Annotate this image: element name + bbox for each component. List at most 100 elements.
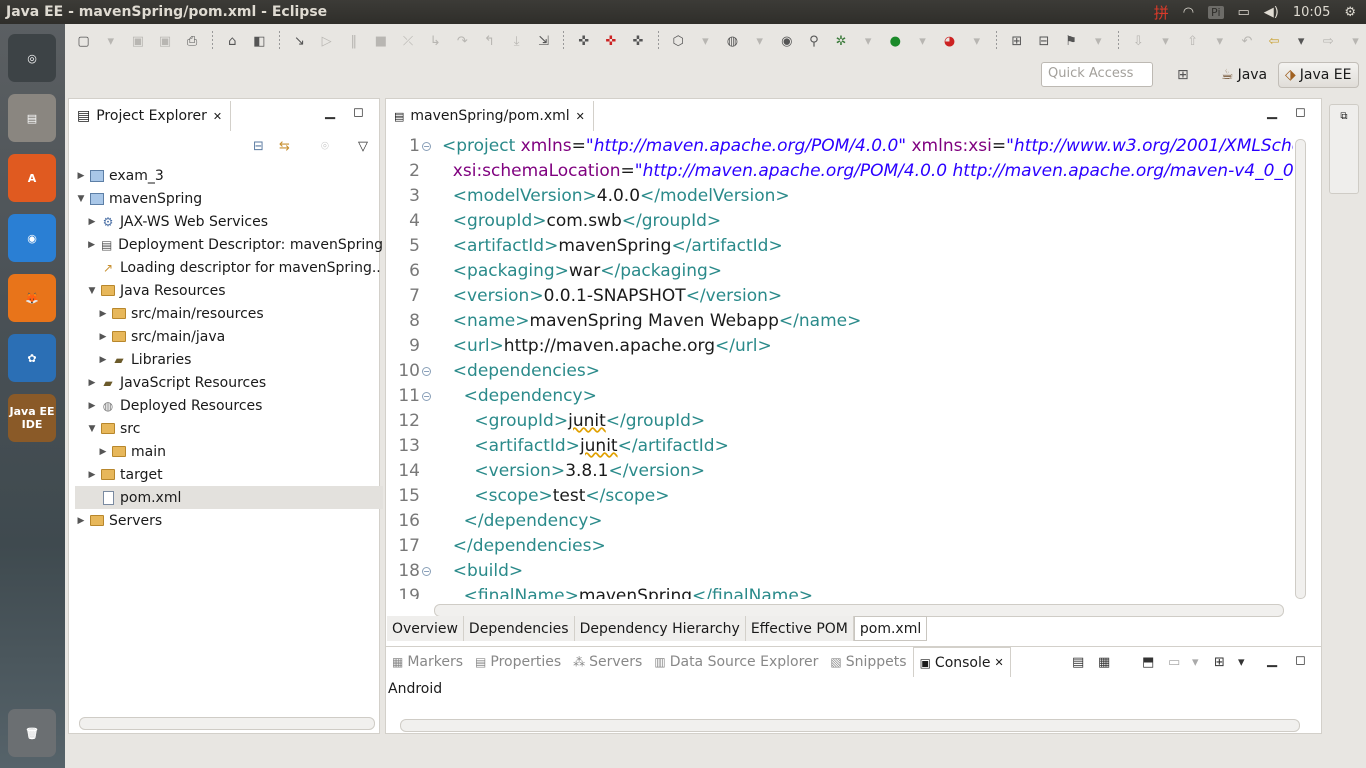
next-annotation-dropdown-icon[interactable]: ▾ — [1155, 30, 1176, 52]
debug-icon[interactable]: ✲ — [830, 30, 851, 52]
step-into-icon[interactable]: ↳ — [425, 30, 446, 52]
run-external-tools-icon[interactable]: ◕ — [939, 30, 960, 52]
drop-to-frame-icon[interactable]: ⤓ — [506, 30, 527, 52]
open-perspective-icon[interactable]: ⊞ — [1177, 67, 1189, 83]
use-step-filters-icon[interactable]: ⇲ — [533, 30, 554, 52]
disconnect-icon[interactable]: ⤫ — [397, 30, 418, 52]
display-console-dropdown-icon[interactable]: ▾ — [1192, 655, 1199, 670]
explorer-horizontal-scrollbar[interactable] — [79, 717, 375, 730]
last-edit-location-icon[interactable]: ↶ — [1236, 30, 1257, 52]
collapsed-arrow-icon[interactable]: ▶ — [86, 240, 97, 250]
focus-icon[interactable]: ⌾ — [321, 139, 329, 154]
tree-item[interactable]: ▶ ▰ Libraries — [75, 348, 383, 371]
trash-icon[interactable]: 🗑 — [8, 709, 56, 757]
open-project-icon[interactable]: ⊟ — [1033, 30, 1054, 52]
pom-editor-tab[interactable]: Overview — [387, 616, 464, 641]
tree-item[interactable]: ▶ exam_3 — [75, 164, 383, 187]
pin-dropdown-icon[interactable]: ▾ — [1088, 30, 1109, 52]
java-ee-ide-icon[interactable]: Java EE IDE — [8, 394, 56, 442]
tree-item[interactable]: ▶ src/main/java — [75, 325, 383, 348]
display-console-icon[interactable]: ▭ — [1168, 655, 1180, 670]
suspend-icon[interactable]: ‖ — [343, 30, 364, 52]
open-folder-icon[interactable]: ⊞ — [1006, 30, 1027, 52]
clock[interactable]: 10:05 — [1293, 5, 1330, 20]
tree-item[interactable]: ▼ Java Resources — [75, 279, 383, 302]
volume-icon[interactable]: ◀) — [1264, 5, 1279, 20]
editor-tab-pom[interactable]: ▤ mavenSpring/pom.xml ✕ — [386, 101, 594, 131]
skip-breakpoints-icon[interactable]: ↘ — [289, 30, 310, 52]
open-console-icon[interactable]: ⊞ — [1214, 655, 1225, 670]
pom-editor-tab[interactable]: Dependencies — [463, 616, 575, 641]
save-icon[interactable]: ▣ — [127, 30, 148, 52]
view-tab[interactable]: ▦ Markers — [386, 647, 469, 677]
collapsed-arrow-icon[interactable]: ▶ — [86, 470, 98, 480]
code-area[interactable]: 1− <project xmlns="http://maven.apache.or… — [386, 134, 1293, 599]
web-service-icon[interactable]: ◍ — [722, 30, 743, 52]
tree-item[interactable]: ▶ ⚙ JAX-WS Web Services — [75, 210, 383, 233]
tree-item[interactable]: ▶ target — [75, 463, 383, 486]
minimize-icon[interactable]: ▁ — [325, 105, 335, 120]
pom-editor-tab[interactable]: pom.xml — [853, 616, 928, 641]
tree-item[interactable]: ▶ ▤ Deployment Descriptor: mavenSpring — [75, 233, 383, 256]
next-annotation-icon[interactable]: ⇩ — [1128, 30, 1149, 52]
new-dropdown-icon[interactable]: ▾ — [100, 30, 121, 52]
tree-item[interactable]: ▶ ◍ Deployed Resources — [75, 394, 383, 417]
new-server-icon[interactable]: ⬡ — [668, 30, 689, 52]
collapsed-arrow-icon[interactable]: ▶ — [75, 171, 87, 181]
resume-icon[interactable]: ▷ — [316, 30, 337, 52]
terminate-icon[interactable]: ■ — [370, 30, 391, 52]
keyboard-layout-indicator[interactable]: Pi — [1208, 5, 1224, 19]
close-icon[interactable]: ✕ — [213, 110, 222, 123]
open-console-dropdown-icon[interactable]: ▾ — [1238, 655, 1245, 670]
prev-annotation-icon[interactable]: ⇧ — [1182, 30, 1203, 52]
firefox-icon[interactable]: 🦊 — [8, 274, 56, 322]
tree-item[interactable]: ▼ src — [75, 417, 383, 440]
editor-vertical-scrollbar[interactable] — [1295, 139, 1306, 599]
web-browser-icon[interactable]: ◉ — [776, 30, 797, 52]
fold-toggle-icon[interactable]: − — [422, 567, 431, 576]
expanded-arrow-icon[interactable]: ▼ — [75, 194, 87, 204]
view-tab[interactable]: ▤ Properties — [469, 647, 567, 677]
prev-annotation-dropdown-icon[interactable]: ▾ — [1209, 30, 1230, 52]
run-dropdown-icon[interactable]: ▾ — [912, 30, 933, 52]
pin-icon[interactable]: ⚑ — [1061, 30, 1082, 52]
collapsed-arrow-icon[interactable]: ▶ — [86, 217, 98, 227]
console-horizontal-scrollbar[interactable] — [400, 719, 1300, 732]
collapse-all-icon[interactable]: ⊟ — [253, 139, 264, 154]
ubuntu-dash-icon[interactable]: ◎ — [8, 34, 56, 82]
close-icon[interactable]: ✕ — [576, 110, 585, 123]
collapsed-arrow-icon[interactable]: ▶ — [97, 447, 109, 457]
view-tab[interactable]: ▥ Data Source Explorer — [648, 647, 824, 677]
forward-icon[interactable]: ⇨ — [1318, 30, 1339, 52]
android-lint-icon[interactable]: ✜ — [628, 30, 649, 52]
wifi-icon[interactable]: ◠ — [1183, 5, 1194, 20]
android-sdk-manager-icon[interactable]: ✜ — [573, 30, 594, 52]
collapsed-arrow-icon[interactable]: ▶ — [86, 401, 98, 411]
fold-toggle-icon[interactable]: − — [422, 392, 431, 401]
run-icon[interactable]: ● — [885, 30, 906, 52]
fold-toggle-icon[interactable]: − — [422, 142, 431, 151]
perspective-java[interactable]: ☕ Java — [1215, 62, 1273, 88]
save-all-icon[interactable]: ▣ — [154, 30, 175, 52]
pin-console-icon[interactable]: ⬒ — [1142, 655, 1154, 670]
software-center-icon[interactable]: A — [8, 154, 56, 202]
view-tab[interactable]: ▧ Snippets — [824, 647, 912, 677]
view-tab[interactable]: ⁂ Servers — [567, 647, 648, 677]
tree-item[interactable]: ▼ mavenSpring — [75, 187, 383, 210]
tree-item[interactable]: ↗ Loading descriptor for mavenSpring.. — [75, 256, 383, 279]
collapsed-arrow-icon[interactable]: ▶ — [86, 378, 98, 388]
tree-item[interactable]: ▶ Servers — [75, 509, 383, 532]
link-with-editor-icon[interactable]: ⇆ — [279, 139, 290, 154]
battery-icon[interactable]: ▭ — [1238, 5, 1250, 20]
chromium-icon[interactable]: ◉ — [8, 214, 56, 262]
open-type-icon[interactable]: ⌂ — [222, 30, 243, 52]
tab-project-explorer[interactable]: ▤ Project Explorer ✕ — [69, 101, 232, 131]
files-icon[interactable]: ▤ — [8, 94, 56, 142]
settings-gear-icon[interactable]: ⚙ — [1344, 5, 1356, 20]
forward-dropdown-icon[interactable]: ▾ — [1345, 30, 1366, 52]
tree-item[interactable]: ▶ src/main/resources — [75, 302, 383, 325]
scroll-lock-icon[interactable]: ▦ — [1098, 655, 1110, 670]
web-dropdown-icon[interactable]: ▾ — [749, 30, 770, 52]
quick-access-input[interactable]: Quick Access — [1041, 62, 1153, 87]
view-tab[interactable]: ▣ Console ✕ — [912, 647, 1011, 677]
